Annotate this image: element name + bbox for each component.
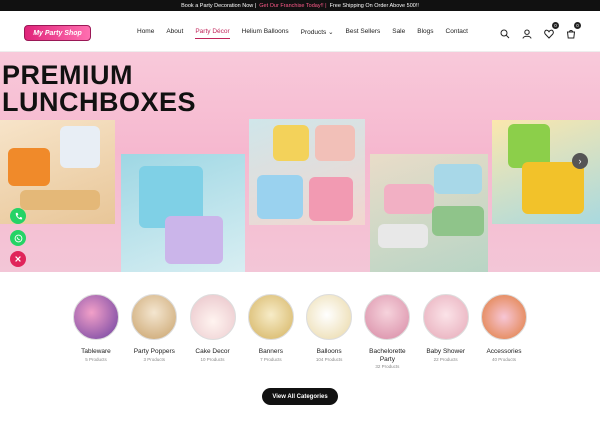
- category-image[interactable]: [422, 294, 469, 340]
- phone-call-button[interactable]: [10, 208, 26, 224]
- search-icon[interactable]: [500, 26, 510, 39]
- nav-best-sellers[interactable]: Best Sellers: [346, 28, 381, 36]
- account-icon[interactable]: [522, 26, 532, 39]
- nav-contact[interactable]: Contact: [446, 28, 468, 36]
- category-accessories[interactable]: Accessories 40 Products: [478, 294, 530, 369]
- category-name[interactable]: Accessories: [486, 348, 521, 356]
- category-count: 7 Products: [260, 356, 282, 362]
- category-cake-decor[interactable]: Cake Decor 10 Products: [187, 294, 239, 369]
- category-baby-shower[interactable]: Baby Shower 22 Products: [420, 294, 472, 369]
- site-header: My Party Shop Home About Party Décor Hel…: [0, 11, 600, 52]
- nav-sale[interactable]: Sale: [392, 28, 405, 36]
- nav-helium-balloons[interactable]: Helium Balloons: [242, 28, 289, 36]
- hero-title-line1: PREMIUM: [2, 60, 133, 90]
- category-party-poppers[interactable]: Party Poppers 3 Products: [128, 294, 180, 369]
- category-count: 40 Products: [491, 356, 516, 362]
- shipping-text: Free Shipping On Order Above 500!!: [329, 2, 419, 9]
- category-name[interactable]: Banners: [259, 348, 283, 356]
- category-name[interactable]: Bachelorette Party: [361, 348, 413, 363]
- category-count: 32 Products: [375, 364, 400, 369]
- category-image[interactable]: [306, 294, 353, 340]
- nav-home[interactable]: Home: [137, 28, 154, 36]
- close-icon[interactable]: [10, 251, 26, 267]
- category-name[interactable]: Cake Decor: [195, 348, 229, 356]
- site-logo[interactable]: My Party Shop: [24, 25, 91, 41]
- carousel-next-button[interactable]: ›: [572, 153, 588, 169]
- category-balloons[interactable]: Balloons 104 Products: [303, 294, 355, 369]
- announcement-bar: Book a Party Decoration Now | Get Our Fr…: [0, 0, 600, 11]
- category-bachelorette-party[interactable]: Bachelorette Party 32 Products: [361, 294, 413, 369]
- hero-title: PREMIUM LUNCHBOXES: [2, 62, 196, 116]
- category-image[interactable]: [73, 294, 119, 340]
- category-image[interactable]: [247, 294, 294, 340]
- main-nav: Home About Party Décor Helium Balloons P…: [137, 28, 480, 39]
- whatsapp-button[interactable]: [10, 230, 26, 246]
- category-count: 10 Products: [200, 356, 225, 362]
- category-name[interactable]: Party Poppers: [134, 348, 175, 356]
- category-list: Tableware 5 Products Party Poppers 3 Pro…: [70, 294, 530, 369]
- category-count: 104 Products: [315, 356, 343, 362]
- lunchbox-image-3: [249, 119, 365, 225]
- announcement-text: Book a Party Decoration Now |: [181, 2, 257, 9]
- category-name[interactable]: Balloons: [317, 348, 342, 356]
- nav-about[interactable]: About: [166, 28, 183, 36]
- view-all-categories-button[interactable]: View All Categories: [262, 388, 338, 405]
- lunchbox-image-5: [492, 120, 600, 224]
- category-name[interactable]: Baby Shower: [426, 348, 465, 356]
- hero-title-line2: LUNCHBOXES: [2, 87, 197, 117]
- franchise-link[interactable]: Get Our Franchise Today!! |: [259, 3, 326, 9]
- cart-count-badge: 0: [574, 22, 581, 29]
- lunchbox-image-4: [370, 154, 488, 272]
- hero-banner[interactable]: PREMIUM LUNCHBOXES ›: [0, 52, 600, 272]
- category-count: 5 Products: [85, 356, 107, 362]
- category-tableware[interactable]: Tableware 5 Products: [70, 294, 122, 369]
- header-icons: 0 0: [500, 22, 581, 39]
- wishlist-icon[interactable]: 0: [544, 22, 559, 39]
- lunchbox-image-2: [121, 154, 245, 272]
- category-count: 3 Products: [143, 356, 166, 362]
- category-count: 22 Products: [433, 356, 458, 362]
- nav-blogs[interactable]: Blogs: [417, 28, 433, 36]
- category-image[interactable]: [189, 294, 236, 340]
- category-image[interactable]: [364, 294, 411, 340]
- category-image[interactable]: [131, 294, 178, 340]
- nav-products[interactable]: Products ⌄: [301, 28, 334, 36]
- cart-icon[interactable]: 0: [566, 22, 581, 39]
- category-name[interactable]: Tableware: [81, 348, 111, 356]
- nav-party-decor[interactable]: Party Décor: [195, 28, 231, 39]
- wishlist-count-badge: 0: [552, 22, 559, 29]
- category-banners[interactable]: Banners 7 Products: [245, 294, 297, 369]
- category-image[interactable]: [480, 294, 527, 340]
